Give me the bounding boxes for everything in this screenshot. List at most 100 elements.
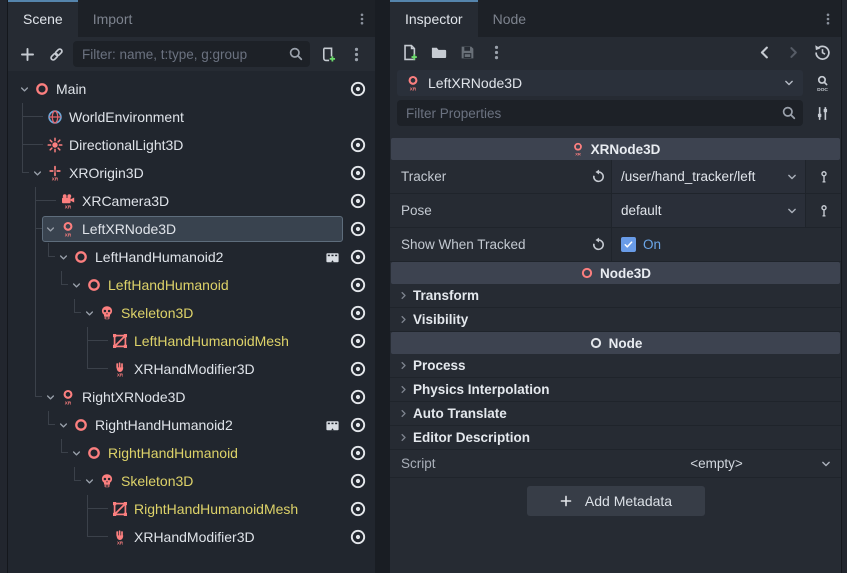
pin-value-button[interactable] xyxy=(805,160,841,193)
visibility-toggle[interactable] xyxy=(343,81,373,97)
tree-row-lefthandhumanoid2[interactable]: LeftHandHumanoid2 xyxy=(16,243,373,271)
tree-row-worldenvironment[interactable]: WorldEnvironment xyxy=(16,103,373,131)
scene-filter-box xyxy=(73,41,310,67)
tab-inspector[interactable]: Inspector xyxy=(390,0,478,37)
dock-menu-icon[interactable] xyxy=(815,0,841,37)
filter-properties-input[interactable] xyxy=(406,106,781,121)
group-transform[interactable]: Transform xyxy=(390,284,841,308)
node-selector[interactable]: LeftXRNode3D xyxy=(397,70,803,96)
eye-icon xyxy=(350,529,366,545)
visibility-toggle[interactable] xyxy=(343,193,373,209)
category-xrnode3d[interactable]: XRNode3D xyxy=(391,138,840,160)
tree-row-xrhandmodifier3d-right[interactable]: XRHandModifier3D xyxy=(16,523,373,551)
visibility-toggle[interactable] xyxy=(343,389,373,405)
instanced-scene-icon[interactable] xyxy=(321,418,343,433)
visibility-toggle[interactable] xyxy=(343,305,373,321)
add-node-button[interactable] xyxy=(15,42,39,66)
skeleton-icon xyxy=(99,305,115,321)
tree-row-skeleton3d-left[interactable]: Skeleton3D xyxy=(16,299,373,327)
tree-row-lefthandhumanoid[interactable]: LeftHandHumanoid xyxy=(16,271,373,299)
inspector-tools-button[interactable] xyxy=(810,101,834,125)
attach-script-button[interactable] xyxy=(315,42,339,66)
visibility-toggle[interactable] xyxy=(343,165,373,181)
tree-row-righthandhumanoidmesh[interactable]: RightHandHumanoidMesh xyxy=(16,495,373,523)
pose-dropdown[interactable]: default xyxy=(612,194,805,227)
plus-icon xyxy=(559,494,573,508)
chevron-down-icon[interactable] xyxy=(69,271,84,299)
chevron-down-icon[interactable] xyxy=(43,383,58,411)
category-node3d[interactable]: Node3D xyxy=(391,262,840,284)
scene-tree-menu-icon[interactable] xyxy=(344,42,368,66)
revert-icon[interactable] xyxy=(591,169,606,184)
property-script: Script <empty> xyxy=(390,450,841,478)
checkbox-checked[interactable] xyxy=(621,237,636,252)
instance-scene-button[interactable] xyxy=(44,42,68,66)
scene-toolbar xyxy=(8,37,375,71)
visibility-toggle[interactable] xyxy=(343,361,373,377)
tree-row-xrorigin3d[interactable]: XROrigin3D xyxy=(16,159,373,187)
tree-row-xrhandmodifier3d-left[interactable]: XRHandModifier3D xyxy=(16,355,373,383)
group-auto-translate[interactable]: Auto Translate xyxy=(390,402,841,426)
visibility-toggle[interactable] xyxy=(343,417,373,433)
chevron-down-icon[interactable] xyxy=(56,243,71,271)
tree-row-leftxrnode3d[interactable]: LeftXRNode3D xyxy=(16,215,373,243)
visibility-toggle[interactable] xyxy=(343,445,373,461)
dock-menu-icon[interactable] xyxy=(349,0,375,37)
scene-filter-input[interactable] xyxy=(82,47,288,62)
property-tracker: Tracker /user/hand_tracker/left xyxy=(390,160,841,194)
tree-row-righthandhumanoid2[interactable]: RightHandHumanoid2 xyxy=(16,411,373,439)
tracker-dropdown[interactable]: /user/hand_tracker/left xyxy=(612,160,805,193)
history-icon[interactable] xyxy=(810,41,834,65)
chevron-down-icon[interactable] xyxy=(17,75,32,103)
chevron-down-icon[interactable] xyxy=(56,411,71,439)
eye-icon xyxy=(350,165,366,181)
dock-splitter[interactable] xyxy=(375,0,390,573)
instanced-scene-icon[interactable] xyxy=(321,250,343,265)
visibility-toggle[interactable] xyxy=(343,249,373,265)
script-value[interactable]: <empty> xyxy=(613,456,820,471)
chevron-down-icon[interactable] xyxy=(30,159,45,187)
property-label: Tracker xyxy=(401,169,446,184)
tree-row-main[interactable]: Main xyxy=(16,75,373,103)
visibility-toggle[interactable] xyxy=(343,333,373,349)
tab-scene[interactable]: Scene xyxy=(8,0,78,37)
history-back-button[interactable] xyxy=(752,41,776,65)
open-docs-button[interactable] xyxy=(810,71,834,95)
group-physics-interpolation[interactable]: Physics Interpolation xyxy=(390,378,841,402)
xr-node-icon xyxy=(60,221,76,237)
tree-row-directionallight3d[interactable]: DirectionalLight3D xyxy=(16,131,373,159)
tree-row-rightxrnode3d[interactable]: RightXRNode3D xyxy=(16,383,373,411)
pin-value-button[interactable] xyxy=(805,194,841,227)
eye-icon xyxy=(350,389,366,405)
group-visibility[interactable]: Visibility xyxy=(390,308,841,332)
chevron-down-icon[interactable] xyxy=(82,299,97,327)
chevron-right-icon xyxy=(398,314,409,325)
visibility-toggle[interactable] xyxy=(343,501,373,517)
save-resource-button[interactable] xyxy=(455,41,479,65)
group-editor-description[interactable]: Editor Description xyxy=(390,426,841,450)
revert-icon[interactable] xyxy=(591,237,606,252)
chevron-right-icon xyxy=(398,290,409,301)
tree-row-xrcamera3d[interactable]: XRCamera3D xyxy=(16,187,373,215)
resource-menu-icon[interactable] xyxy=(484,41,508,65)
tree-row-righthandhumanoid[interactable]: RightHandHumanoid xyxy=(16,439,373,467)
visibility-toggle[interactable] xyxy=(343,277,373,293)
add-metadata-button[interactable]: Add Metadata xyxy=(527,486,705,516)
load-resource-button[interactable] xyxy=(426,41,450,65)
inspector-dock: Inspector Node LeftXRNode3D XRNode3D xyxy=(390,0,841,573)
tab-import[interactable]: Import xyxy=(78,0,148,37)
visibility-toggle[interactable] xyxy=(343,221,373,237)
tree-row-lefthandhumanoidmesh[interactable]: LeftHandHumanoidMesh xyxy=(16,327,373,355)
chevron-down-icon[interactable] xyxy=(82,467,97,495)
category-node[interactable]: Node xyxy=(391,332,840,354)
visibility-toggle[interactable] xyxy=(343,473,373,489)
tab-node[interactable]: Node xyxy=(478,0,541,37)
new-resource-button[interactable] xyxy=(397,41,421,65)
visibility-toggle[interactable] xyxy=(343,137,373,153)
chevron-down-icon[interactable] xyxy=(69,439,84,467)
visibility-toggle[interactable] xyxy=(343,529,373,545)
chevron-down-icon[interactable] xyxy=(43,215,58,243)
tree-row-skeleton3d-right[interactable]: Skeleton3D xyxy=(16,467,373,495)
history-forward-button[interactable] xyxy=(781,41,805,65)
group-process[interactable]: Process xyxy=(390,354,841,378)
